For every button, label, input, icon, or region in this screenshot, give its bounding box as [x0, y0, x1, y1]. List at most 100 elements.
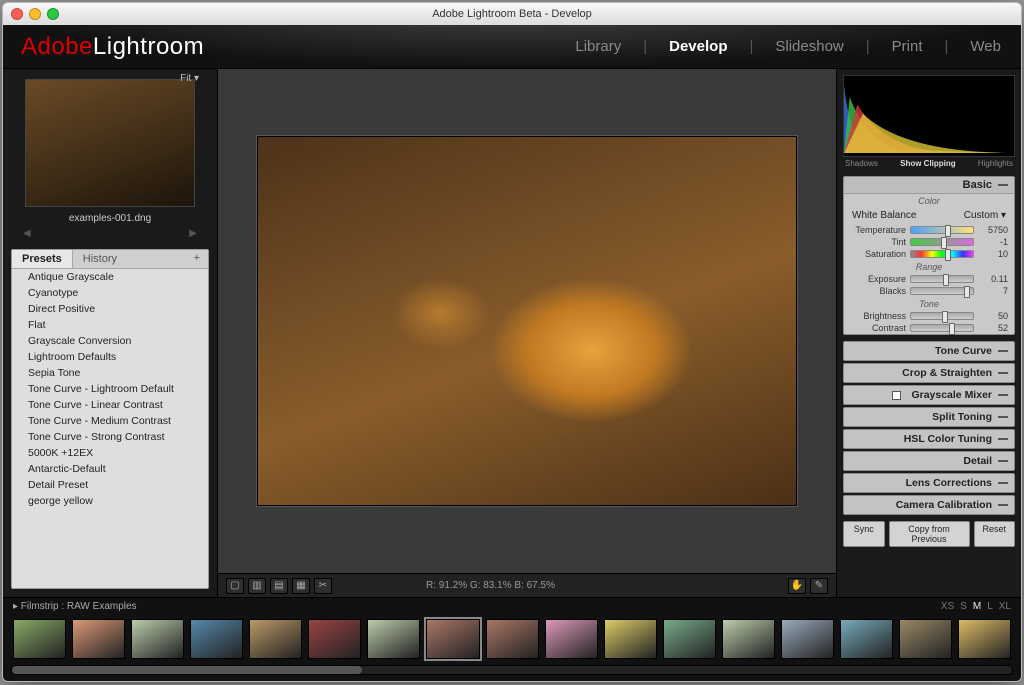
- photo-canvas[interactable]: [218, 69, 836, 573]
- pan-tool-icon[interactable]: ✋: [788, 578, 806, 594]
- filmstrip-thumb[interactable]: [72, 619, 125, 659]
- view-before-after-icon[interactable]: ▤: [270, 578, 288, 594]
- preset-item[interactable]: Tone Curve - Lightroom Default: [12, 381, 208, 397]
- view-loupe-icon[interactable]: ▢: [226, 578, 244, 594]
- preset-item[interactable]: Lightroom Defaults: [12, 349, 208, 365]
- filmstrip-thumb[interactable]: [663, 619, 716, 659]
- rgb-readout: R: 91.2% G: 83.1% B: 67.5%: [426, 580, 555, 591]
- filmstrip-thumb[interactable]: [486, 619, 539, 659]
- tint-value[interactable]: -1: [978, 237, 1008, 247]
- histogram-show-clipping[interactable]: Show Clipping: [900, 159, 956, 168]
- saturation-slider[interactable]: [910, 250, 974, 258]
- filmstrip-thumb[interactable]: [367, 619, 420, 659]
- module-print[interactable]: Print: [890, 36, 925, 57]
- filmstrip-thumb[interactable]: [899, 619, 952, 659]
- crop-tool-icon[interactable]: ✂: [314, 578, 332, 594]
- navigator-thumbnail[interactable]: [25, 79, 195, 207]
- filmstrip-thumb[interactable]: [840, 619, 893, 659]
- collapse-icon: [998, 394, 1008, 396]
- panel-lens-corrections[interactable]: Lens Corrections: [843, 473, 1015, 493]
- grayscale-checkbox[interactable]: [892, 391, 901, 400]
- preset-item[interactable]: Antarctic-Default: [12, 461, 208, 477]
- preset-item[interactable]: george yellow: [12, 493, 208, 509]
- filmstrip-track[interactable]: [3, 615, 1021, 665]
- navigator-fit-select[interactable]: Fit ▾: [180, 73, 199, 84]
- brightness-value[interactable]: 50: [978, 311, 1008, 321]
- filmstrip-thumb[interactable]: [604, 619, 657, 659]
- preset-item[interactable]: Antique Grayscale: [12, 269, 208, 285]
- panel-hsl-color-tuning[interactable]: HSL Color Tuning: [843, 429, 1015, 449]
- tab-history[interactable]: History: [73, 250, 127, 268]
- preset-item[interactable]: Sepia Tone: [12, 365, 208, 381]
- photo[interactable]: [257, 136, 797, 506]
- basic-panel-header[interactable]: Basic: [844, 177, 1014, 194]
- preset-item[interactable]: Cyanotype: [12, 285, 208, 301]
- white-balance-label: White Balance: [852, 210, 916, 221]
- module-library[interactable]: Library: [573, 36, 623, 57]
- collapse-icon: [998, 460, 1008, 462]
- histogram-shadows-label[interactable]: Shadows: [845, 159, 878, 168]
- filmstrip-size-xs[interactable]: XS: [941, 601, 954, 612]
- copy-previous-button[interactable]: Copy from Previous: [889, 521, 970, 547]
- filmstrip-size-s[interactable]: S: [960, 601, 967, 612]
- filmstrip-thumb[interactable]: [426, 619, 479, 659]
- filmstrip-thumb[interactable]: [781, 619, 834, 659]
- tint-slider[interactable]: [910, 238, 974, 246]
- white-balance-picker-icon[interactable]: ✎: [810, 578, 828, 594]
- filmstrip-size-m[interactable]: M: [973, 601, 981, 612]
- panel-tone-curve[interactable]: Tone Curve: [843, 341, 1015, 361]
- panel-split-toning[interactable]: Split Toning: [843, 407, 1015, 427]
- tab-presets[interactable]: Presets: [12, 250, 73, 268]
- filmstrip-thumb[interactable]: [249, 619, 302, 659]
- contrast-value[interactable]: 52: [978, 323, 1008, 333]
- nav-prev-icon[interactable]: ◀: [23, 228, 31, 239]
- module-slideshow[interactable]: Slideshow: [773, 36, 845, 57]
- exposure-slider[interactable]: [910, 275, 974, 283]
- preset-item[interactable]: 5000K +12EX: [12, 445, 208, 461]
- module-web[interactable]: Web: [968, 36, 1003, 57]
- preset-item[interactable]: Tone Curve - Medium Contrast: [12, 413, 208, 429]
- filmstrip-sizes: XS SML XL: [935, 601, 1011, 612]
- filmstrip-thumb[interactable]: [190, 619, 243, 659]
- histogram-highlights-label[interactable]: Highlights: [978, 159, 1013, 168]
- brightness-slider[interactable]: [910, 312, 974, 320]
- panel-crop-straighten[interactable]: Crop & Straighten: [843, 363, 1015, 383]
- center-toolbar: ▢ ▥ ▤ ▦ ✂ R: 91.2% G: 83.1% B: 67.5% ✋ ✎: [218, 573, 836, 597]
- white-balance-select[interactable]: Custom ▾: [964, 210, 1006, 221]
- add-preset-button[interactable]: +: [186, 250, 208, 268]
- filmstrip-thumb[interactable]: [958, 619, 1011, 659]
- nav-next-icon[interactable]: ▶: [189, 228, 197, 239]
- panel-grayscale-mixer[interactable]: Grayscale Mixer: [843, 385, 1015, 405]
- window-title: Adobe Lightroom Beta - Develop: [3, 8, 1021, 20]
- blacks-slider[interactable]: [910, 287, 974, 295]
- module-develop[interactable]: Develop: [667, 36, 729, 57]
- contrast-slider[interactable]: [910, 324, 974, 332]
- preset-item[interactable]: Tone Curve - Linear Contrast: [12, 397, 208, 413]
- histogram[interactable]: [843, 75, 1015, 157]
- filmstrip-thumb[interactable]: [308, 619, 361, 659]
- temperature-value[interactable]: 5750: [978, 225, 1008, 235]
- preset-item[interactable]: Detail Preset: [12, 477, 208, 493]
- filmstrip-thumb[interactable]: [722, 619, 775, 659]
- temperature-slider[interactable]: [910, 226, 974, 234]
- panel-camera-calibration[interactable]: Camera Calibration: [843, 495, 1015, 515]
- filmstrip-scrollbar[interactable]: [11, 665, 1013, 675]
- preset-item[interactable]: Grayscale Conversion: [12, 333, 208, 349]
- exposure-value[interactable]: 0.11: [978, 274, 1008, 284]
- view-compare-icon[interactable]: ▥: [248, 578, 266, 594]
- sync-button[interactable]: Sync: [843, 521, 885, 547]
- filmstrip-size-l[interactable]: L: [987, 601, 993, 612]
- preset-item[interactable]: Flat: [12, 317, 208, 333]
- blacks-value[interactable]: 7: [978, 286, 1008, 296]
- filmstrip-label[interactable]: ▸ Filmstrip : RAW Examples: [13, 601, 137, 612]
- preset-item[interactable]: Direct Positive: [12, 301, 208, 317]
- filmstrip-size-xl[interactable]: XL: [999, 601, 1011, 612]
- panel-detail[interactable]: Detail: [843, 451, 1015, 471]
- filmstrip-thumb[interactable]: [545, 619, 598, 659]
- filmstrip-thumb[interactable]: [13, 619, 66, 659]
- filmstrip-thumb[interactable]: [131, 619, 184, 659]
- saturation-value[interactable]: 10: [978, 249, 1008, 259]
- view-survey-icon[interactable]: ▦: [292, 578, 310, 594]
- reset-button[interactable]: Reset: [974, 521, 1016, 547]
- preset-item[interactable]: Tone Curve - Strong Contrast: [12, 429, 208, 445]
